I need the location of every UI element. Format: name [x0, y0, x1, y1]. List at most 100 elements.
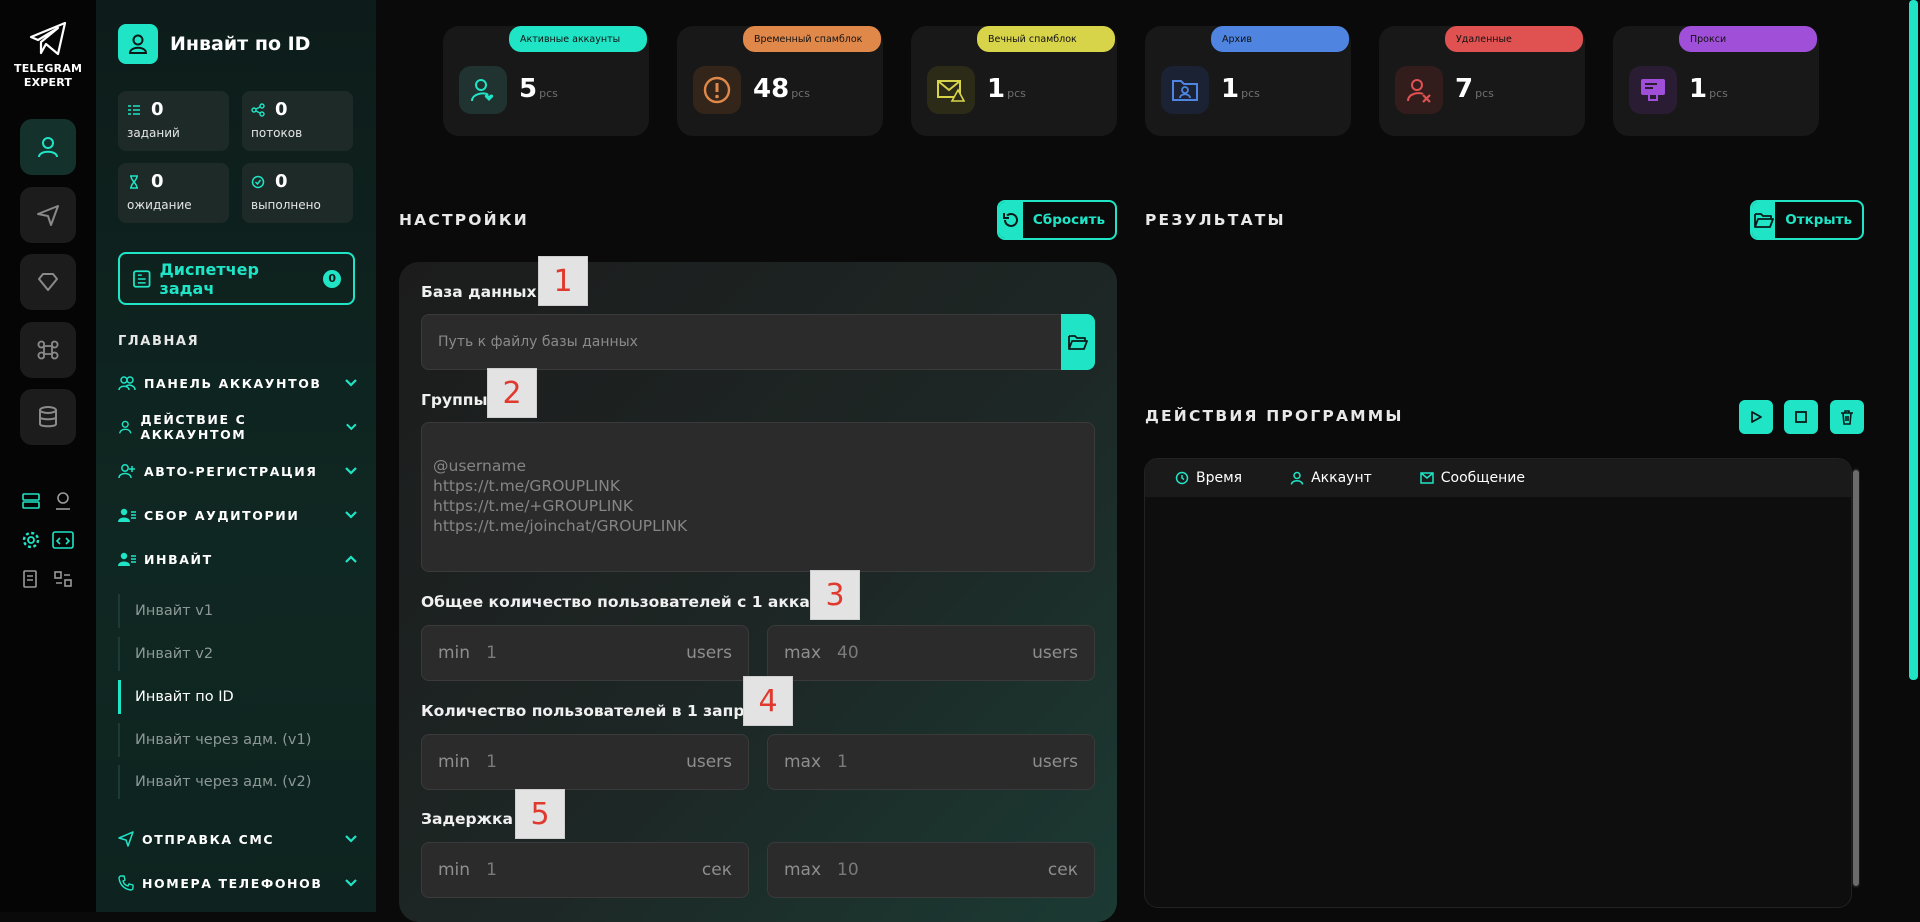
- user-list-icon: [118, 552, 136, 566]
- annotation-badge-3: 3: [810, 570, 860, 620]
- log-col-account[interactable]: Аккаунт: [1290, 470, 1372, 486]
- program-log[interactable]: Время Аккаунт Сообщение: [1144, 458, 1852, 908]
- mail-icon: [1420, 472, 1434, 484]
- paper-plane-icon: [118, 831, 134, 847]
- chevron-down-icon: [345, 467, 357, 475]
- proxy-server-icon: [1629, 66, 1677, 114]
- sidebar: Инвайт по ID 0 заданий 0 потоков 0 ожида…: [96, 0, 376, 912]
- delay-min-input[interactable]: min 1 сек: [421, 842, 749, 898]
- rail-transfer-button[interactable]: [50, 566, 76, 592]
- diamond-icon: [38, 273, 58, 291]
- play-button[interactable]: [1739, 400, 1773, 434]
- card-perm-spamblock[interactable]: Вечный спамблок 1 pcs: [911, 26, 1117, 136]
- user-list-icon: [118, 508, 136, 522]
- nav-send-sms[interactable]: ОТПРАВКА СМС: [118, 827, 358, 851]
- rail-premium-button[interactable]: [20, 254, 76, 310]
- rail-location-button[interactable]: [50, 488, 76, 514]
- card-archive[interactable]: Архив 1 pcs: [1145, 26, 1351, 136]
- chevron-down-icon: [345, 835, 357, 843]
- card-temp-spamblock[interactable]: Временный спамблок 48 pcs: [677, 26, 883, 136]
- card-deleted[interactable]: Удаленные 7 pcs: [1379, 26, 1585, 136]
- rail-command-button[interactable]: [20, 322, 76, 378]
- stat-threads: 0 потоков: [242, 91, 353, 151]
- rail-list-button[interactable]: [18, 488, 44, 514]
- log-header: Время Аккаунт Сообщение: [1145, 459, 1851, 497]
- rail-database-button[interactable]: [20, 389, 76, 445]
- stop-icon: [1795, 411, 1807, 423]
- stat-done: 0 выполнено: [242, 163, 353, 223]
- annotation-badge-5: 5: [515, 789, 565, 839]
- db-label: База данных: [421, 283, 537, 301]
- reset-icon: [1002, 212, 1018, 227]
- logo-text: TELEGRAM EXPERT: [14, 62, 83, 89]
- telegram-logo-icon: [29, 21, 67, 56]
- log-col-time[interactable]: Время: [1175, 470, 1242, 486]
- alert-circle-icon: [693, 66, 741, 114]
- users-icon: [118, 376, 136, 391]
- paper-plane-icon: [37, 205, 59, 226]
- chevron-down-icon: [346, 423, 357, 431]
- total-users-max-input[interactable]: max 40 users: [767, 625, 1095, 681]
- rail-settings-button[interactable]: [18, 527, 44, 553]
- user-pin-icon: [56, 492, 70, 510]
- annotation-badge-2: 2: [487, 368, 537, 418]
- log-scrollbar-thumb[interactable]: [1853, 470, 1859, 886]
- annotation-badge-4: 4: [743, 676, 793, 726]
- rail-code-button[interactable]: [50, 527, 76, 553]
- nav-account-actions[interactable]: ДЕЙСТВИЕ С АККАУНТОМ: [118, 412, 358, 442]
- code-window-icon: [52, 531, 74, 549]
- folder-open-icon: [1068, 335, 1088, 350]
- task-dispatcher-button[interactable]: Диспетчер задач 0: [118, 252, 355, 305]
- rail-accounts-button[interactable]: [20, 119, 76, 175]
- sub-invite-by-id[interactable]: Инвайт по ID: [118, 680, 358, 714]
- annotation-badge-1: 1: [538, 256, 588, 306]
- user-heart-icon: [459, 66, 507, 114]
- trash-icon: [1841, 410, 1853, 425]
- rail-docs-button[interactable]: [18, 566, 44, 592]
- clock-icon: [1175, 471, 1189, 485]
- nav-audience-collection[interactable]: СБОР АУДИТОРИИ: [118, 503, 358, 527]
- clear-log-button[interactable]: [1830, 400, 1864, 434]
- sub-invite-admin-v1[interactable]: Инвайт через адм. (v1): [118, 723, 358, 757]
- hourglass-icon: [130, 174, 138, 189]
- rail-send-button[interactable]: [20, 187, 76, 243]
- page-title: Инвайт по ID: [170, 33, 311, 55]
- actions-title: ДЕЙСТВИЯ ПРОГРАММЫ: [1145, 407, 1404, 425]
- total-users-min-input[interactable]: min 1 users: [421, 625, 749, 681]
- browse-db-button[interactable]: [1061, 314, 1095, 370]
- folder-open-icon: [1753, 213, 1774, 228]
- card-active-accounts[interactable]: Активные аккаунты 5 pcs: [443, 26, 649, 136]
- document-check-icon: [23, 570, 37, 588]
- total-users-label: Общее количество пользователей с 1 аккау…: [421, 593, 851, 611]
- nav-invite[interactable]: ИНВАЙТ: [118, 547, 358, 571]
- card-proxy[interactable]: Прокси 1 pcs: [1613, 26, 1819, 136]
- reset-button[interactable]: Сбросить: [997, 200, 1117, 240]
- stop-button[interactable]: [1784, 400, 1818, 434]
- sidebar-header: Инвайт по ID: [118, 24, 310, 64]
- sub-invite-admin-v2[interactable]: Инвайт через адм. (v2): [118, 765, 358, 799]
- user-icon: [118, 24, 158, 64]
- user-plus-icon: [118, 464, 135, 479]
- section-title: ГЛАВНАЯ: [118, 334, 200, 349]
- nav-accounts-panel[interactable]: ПАНЕЛЬ АККАУНТОВ: [118, 371, 358, 395]
- groups-textarea[interactable]: @username https://t.me/GROUPLINK https:/…: [421, 422, 1095, 572]
- nav-auto-registration[interactable]: АВТО-РЕГИСТРАЦИЯ: [118, 459, 358, 483]
- mail-warning-icon: [927, 66, 975, 114]
- log-col-message[interactable]: Сообщение: [1420, 470, 1525, 486]
- delay-label: Задержка: [421, 810, 514, 828]
- sub-invite-v2[interactable]: Инвайт v2: [118, 637, 358, 671]
- db-path-input[interactable]: Путь к файлу базы данных: [421, 314, 1063, 370]
- per-request-min-input[interactable]: min 1 users: [421, 734, 749, 790]
- database-icon: [39, 406, 57, 428]
- open-results-button[interactable]: Открыть: [1750, 200, 1864, 240]
- sub-invite-v1[interactable]: Инвайт v1: [118, 594, 358, 628]
- nav-phone-numbers[interactable]: НОМЕРА ТЕЛЕФОНОВ: [118, 871, 358, 895]
- delay-max-input[interactable]: max 10 сек: [767, 842, 1095, 898]
- page-scrollbar[interactable]: [1909, 0, 1918, 680]
- user-icon: [1290, 471, 1304, 485]
- app-logo: TELEGRAM EXPERT: [14, 20, 82, 90]
- per-request-max-input[interactable]: max 1 users: [767, 734, 1095, 790]
- phone-icon: [118, 875, 134, 891]
- gear-icon: [22, 531, 40, 549]
- server-list-icon: [22, 493, 40, 509]
